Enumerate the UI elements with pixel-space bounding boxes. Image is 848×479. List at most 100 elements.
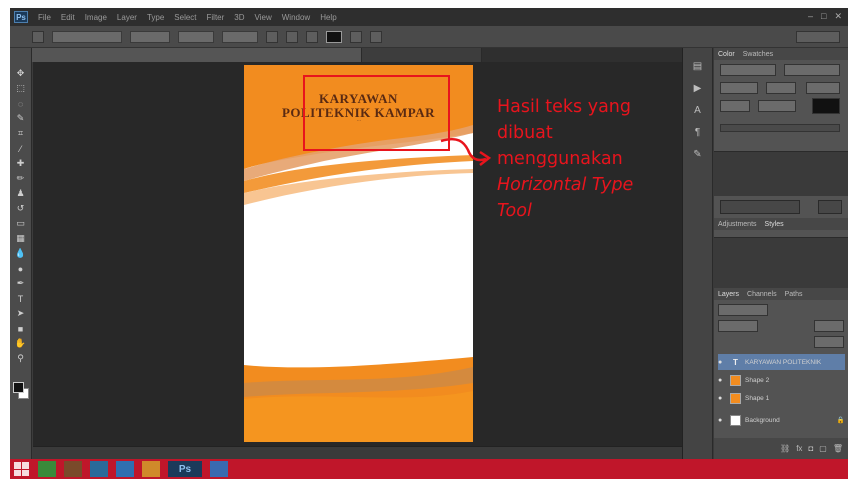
workspace-switcher[interactable]	[796, 31, 840, 43]
taskbar-photoshop-icon[interactable]: Ps	[168, 461, 202, 477]
delete-layer-icon[interactable]: 🗑	[833, 444, 843, 453]
color-field-2[interactable]	[784, 64, 840, 76]
move-tool-icon[interactable]: ✥	[14, 68, 28, 79]
align-right-button[interactable]	[306, 30, 318, 43]
font-style-select[interactable]	[130, 30, 170, 43]
align-center-button[interactable]	[286, 30, 298, 43]
shape-tool-icon[interactable]: ■	[14, 323, 28, 334]
color-field-3[interactable]	[720, 82, 758, 94]
tab-styles[interactable]: Styles	[765, 221, 784, 228]
blend-mode-select[interactable]	[718, 320, 758, 332]
add-mask-icon[interactable]: ◘	[808, 444, 813, 453]
eraser-tool-icon[interactable]: ▭	[14, 218, 28, 229]
document-tab-2[interactable]	[362, 48, 482, 62]
brush-tool-icon[interactable]: ✏	[14, 173, 28, 184]
eyedropper-tool-icon[interactable]: ⁄	[14, 143, 28, 154]
hand-tool-icon[interactable]: ✋	[14, 338, 28, 349]
menu-filter[interactable]: Filter	[207, 13, 225, 22]
actions-panel-icon[interactable]: ▶	[692, 82, 704, 94]
close-icon[interactable]: ✕	[834, 11, 842, 22]
history-brush-tool-icon[interactable]: ↺	[14, 203, 28, 214]
menu-image[interactable]: Image	[85, 13, 107, 22]
character-panel-button[interactable]	[370, 30, 382, 43]
color-field-4[interactable]	[766, 82, 796, 94]
lasso-tool-icon[interactable]: ◌	[14, 98, 28, 109]
adjustments-preset-button[interactable]	[720, 200, 800, 214]
layer-row-text[interactable]: ● T KARYAWAN POLITEKNIK	[718, 354, 845, 370]
tab-swatches[interactable]: Swatches	[743, 51, 773, 58]
quick-select-tool-icon[interactable]: ✎	[14, 113, 28, 124]
window-controls: – □ ✕	[808, 11, 842, 22]
color-swatches[interactable]	[12, 382, 29, 400]
tab-color[interactable]: Color	[718, 51, 735, 58]
font-size-field[interactable]	[178, 30, 214, 43]
visibility-eye-icon[interactable]: ●	[718, 358, 726, 366]
taskbar-app-3-icon[interactable]	[90, 461, 108, 477]
opacity-field[interactable]	[814, 320, 844, 332]
crop-tool-icon[interactable]: ⌗	[14, 128, 28, 139]
layer-filter-select[interactable]	[718, 304, 768, 316]
document-tab-active[interactable]	[32, 48, 362, 62]
adjustments-menu-button[interactable]	[818, 200, 842, 214]
pen-tool-icon[interactable]: ✒	[14, 278, 28, 289]
color-field-1[interactable]	[720, 64, 776, 76]
minimize-icon[interactable]: –	[808, 11, 813, 22]
history-panel-icon[interactable]: ▤	[692, 60, 704, 72]
menu-type[interactable]: Type	[147, 13, 164, 22]
clone-stamp-tool-icon[interactable]: ♟	[14, 188, 28, 199]
menu-file[interactable]: File	[38, 13, 51, 22]
zoom-tool-icon[interactable]: ⚲	[14, 353, 28, 364]
new-layer-icon[interactable]: ▢	[819, 444, 827, 453]
menu-3d[interactable]: 3D	[234, 13, 244, 22]
tab-adjustments[interactable]: Adjustments	[718, 221, 757, 228]
taskbar-app-1-icon[interactable]	[38, 461, 56, 477]
layer-row-shape-2[interactable]: ● Shape 2	[718, 372, 845, 388]
menu-help[interactable]: Help	[320, 13, 336, 22]
brush-panel-icon[interactable]: ✎	[692, 148, 704, 160]
layer-row-background[interactable]: ● Background 🔒	[718, 412, 845, 428]
fill-field[interactable]	[814, 336, 844, 348]
layer-style-icon[interactable]: fx	[796, 444, 802, 453]
marquee-tool-icon[interactable]: ⬚	[14, 83, 28, 94]
taskbar-app-4-icon[interactable]	[116, 461, 134, 477]
blur-tool-icon[interactable]: 💧	[14, 248, 28, 259]
align-left-button[interactable]	[266, 30, 278, 43]
taskbar-app-5-icon[interactable]	[142, 461, 160, 477]
warp-text-button[interactable]	[350, 30, 362, 43]
font-family-select[interactable]	[52, 30, 122, 43]
tab-paths[interactable]: Paths	[785, 291, 803, 298]
menu-layer[interactable]: Layer	[117, 13, 137, 22]
healing-tool-icon[interactable]: ✚	[14, 158, 28, 169]
visibility-eye-icon[interactable]: ●	[718, 394, 726, 402]
path-select-tool-icon[interactable]: ➤	[14, 308, 28, 319]
character-panel-icon[interactable]: A	[692, 104, 704, 116]
color-field-5[interactable]	[806, 82, 840, 94]
foreground-color-swatch[interactable]	[12, 382, 24, 393]
taskbar-app-7-icon[interactable]	[210, 461, 228, 477]
color-field-6[interactable]	[720, 100, 750, 112]
menu-select[interactable]: Select	[174, 13, 196, 22]
visibility-eye-icon[interactable]: ●	[718, 416, 726, 424]
anti-alias-select[interactable]	[222, 30, 258, 43]
menu-window[interactable]: Window	[282, 13, 310, 22]
layers-footer: ⛓ fx ◘ ▢ 🗑	[714, 438, 848, 459]
menu-edit[interactable]: Edit	[61, 13, 75, 22]
maximize-icon[interactable]: □	[821, 11, 826, 22]
text-color-swatch[interactable]	[326, 30, 342, 43]
type-tool-icon[interactable]: T	[14, 293, 28, 304]
windows-start-icon[interactable]	[14, 462, 30, 476]
color-ramp[interactable]	[720, 124, 840, 132]
dodge-tool-icon[interactable]: ●	[14, 263, 28, 274]
layer-row-shape-1[interactable]: ● Shape 1	[718, 390, 845, 406]
color-field-7[interactable]	[758, 100, 796, 112]
tool-preset-button[interactable]	[32, 30, 44, 43]
tab-layers[interactable]: Layers	[718, 291, 739, 298]
tab-channels[interactable]: Channels	[747, 291, 777, 298]
gradient-tool-icon[interactable]: ▦	[14, 233, 28, 244]
taskbar-app-2-icon[interactable]	[64, 461, 82, 477]
link-layers-icon[interactable]: ⛓	[780, 444, 790, 453]
menu-view[interactable]: View	[255, 13, 272, 22]
color-preview[interactable]	[812, 98, 840, 114]
visibility-eye-icon[interactable]: ●	[718, 376, 726, 384]
paragraph-panel-icon[interactable]: ¶	[692, 126, 704, 138]
